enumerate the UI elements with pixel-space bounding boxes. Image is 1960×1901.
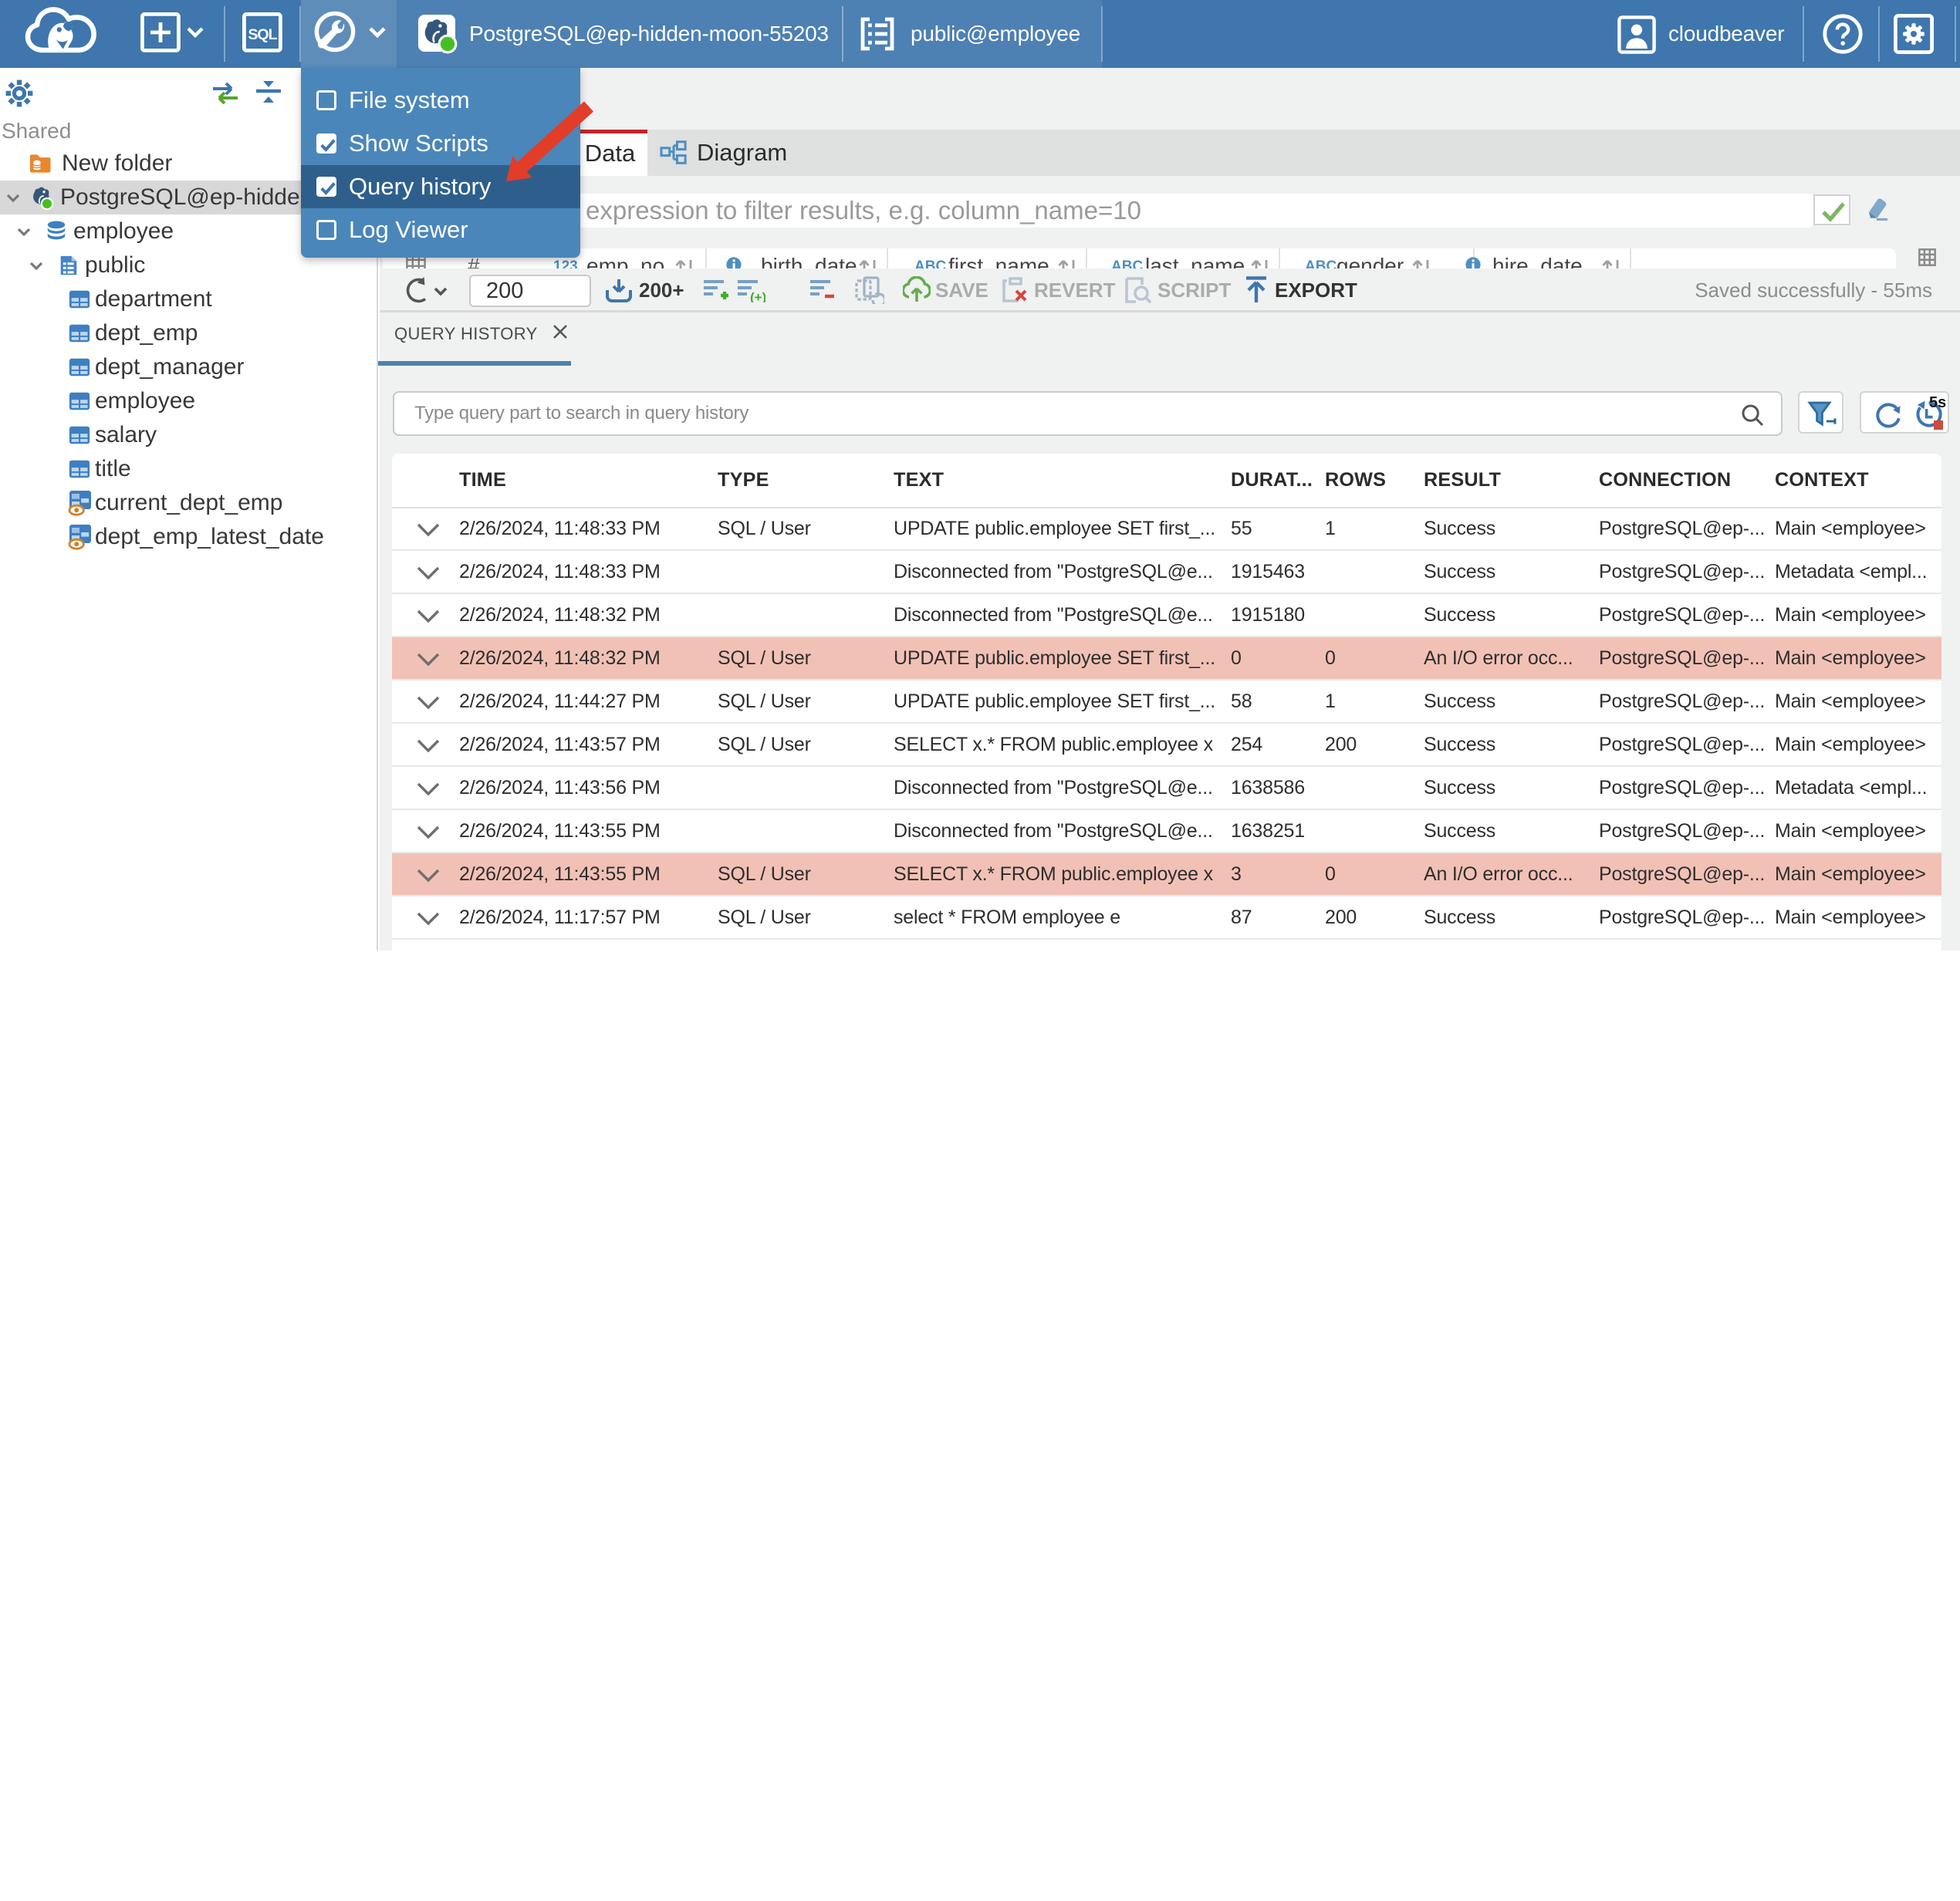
svg-text:SQL: SQL [248,26,277,43]
svg-text:(+): (+) [750,290,765,302]
